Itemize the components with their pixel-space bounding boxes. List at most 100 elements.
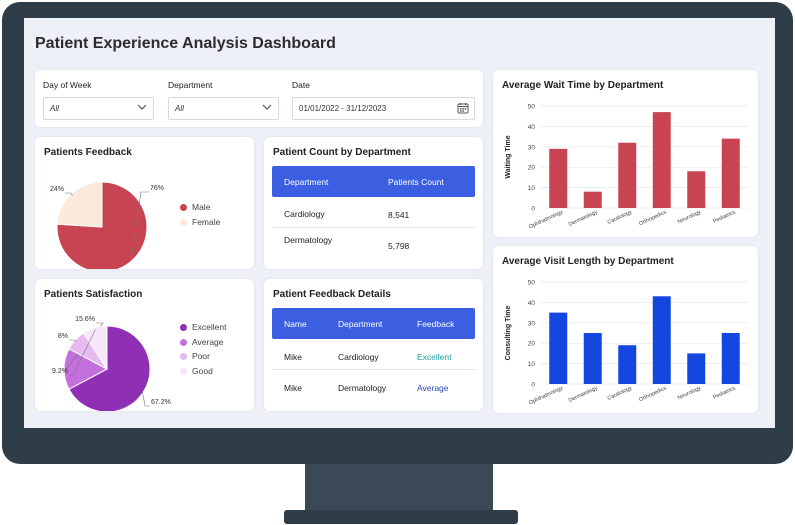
pie-value-label: 8% xyxy=(58,333,68,340)
y-axis-label: Waiting Time xyxy=(505,135,512,178)
patient-count-title: Patient Count by Department xyxy=(273,147,411,158)
legend-label-male: Male xyxy=(192,202,211,212)
column-header-name: Name xyxy=(284,319,307,329)
visit-length-bar-chart: 01020304050Consulting TimeOphthalmology D… xyxy=(505,280,748,406)
day-of-week-select[interactable]: All xyxy=(43,97,154,120)
pie-value-label: 15.6% xyxy=(75,316,95,323)
bar-pediatrics xyxy=(721,333,740,384)
wait-time-chart-title: Average Wait Time by Department xyxy=(502,80,664,91)
visit-length-chart-card: Average Visit Length by Department 0 10 20… xyxy=(493,246,758,413)
filters-panel: Day of Week All Department All Date 01/0… xyxy=(35,70,483,127)
table-cell-name: Mike xyxy=(284,383,302,393)
column-header-department: Department xyxy=(338,319,383,329)
table-cell-department: Dermatology xyxy=(338,383,387,393)
bar-ophthalmology xyxy=(549,148,568,208)
patients-feedback-card: Patients Feedback 76% 24% Male Female xyxy=(35,137,254,269)
bar-orthopedics xyxy=(652,296,671,384)
y-axis-label: Consulting Time xyxy=(505,306,512,361)
x-tick-label: Dermatology xyxy=(568,385,599,404)
x-tick-label: Dermatology xyxy=(568,209,599,228)
feedback-status-average: Average xyxy=(417,383,449,393)
x-tick-label: Pediatrics xyxy=(712,209,737,225)
monitor-stand-neck xyxy=(305,464,493,512)
y-tick-label: 0 xyxy=(531,206,535,213)
patient-count-card: Patient Count by Department Department P… xyxy=(264,137,483,269)
legend-label-good: Good xyxy=(192,366,213,376)
legend-label-poor: Poor xyxy=(192,351,210,361)
x-tick-label: Cardiology xyxy=(607,385,634,402)
table-cell-name: Mike xyxy=(284,352,302,362)
date-range-input[interactable]: 01/01/2022 - 31/12/2023 xyxy=(292,97,475,120)
bar-dermatology xyxy=(583,191,602,208)
column-header-feedback: Feedback xyxy=(417,319,455,329)
pie-value-label: 67.2% xyxy=(151,399,171,406)
date-label: Date xyxy=(292,80,310,90)
table-cell-department: Dermatology xyxy=(284,235,333,245)
bar-pediatrics xyxy=(721,138,740,208)
patients-feedback-title: Patients Feedback xyxy=(44,147,132,158)
y-tick-label: 10 xyxy=(528,361,536,368)
day-of-week-value: All xyxy=(50,104,59,113)
wait-time-chart-card: Average Wait Time by Department 0 10 20 30 4… xyxy=(493,70,758,237)
visit-length-chart-title: Average Visit Length by Department xyxy=(502,256,674,267)
legend-swatch-good xyxy=(180,368,187,375)
legend-swatch-poor xyxy=(180,353,187,360)
x-tick-label: Pediatrics xyxy=(712,385,737,401)
patients-satisfaction-pie: 67.2% 15.6% 8% 9.2% xyxy=(52,316,171,411)
legend-label-average: Average xyxy=(192,337,224,347)
chevron-down-icon xyxy=(137,104,147,110)
department-select[interactable]: All xyxy=(168,97,279,120)
column-header-patients-count: Patients Count xyxy=(388,177,444,187)
legend-swatch-male xyxy=(180,204,187,211)
patients-satisfaction-title: Patients Satisfaction xyxy=(44,289,143,300)
legend-label-excellent: Excellent xyxy=(192,322,227,332)
monitor-frame: Patient Experience Analysis Dashboard Da… xyxy=(2,2,793,464)
patients-satisfaction-card: Patients Satisfaction 67.2% 15.6% 8% 9.2% E… xyxy=(35,279,254,411)
y-tick-label: 50 xyxy=(528,104,536,111)
y-tick-label: 30 xyxy=(528,144,536,151)
pie-value-label: 76% xyxy=(150,185,164,192)
bar-orthopedics xyxy=(652,112,671,208)
bar-ophthalmology xyxy=(549,312,568,384)
pie-value-label: 9.2% xyxy=(52,368,68,375)
pie-value-label: 24% xyxy=(50,186,64,193)
patients-feedback-pie: 76% 24% xyxy=(50,181,164,269)
department-value: All xyxy=(175,104,184,113)
department-label: Department xyxy=(168,80,213,90)
bar-neurology xyxy=(687,171,706,208)
dashboard-screen: Patient Experience Analysis Dashboard Da… xyxy=(24,18,775,428)
legend-swatch-excellent xyxy=(180,324,187,331)
y-tick-label: 20 xyxy=(528,165,536,172)
x-tick-label: Neurology xyxy=(677,385,702,401)
x-tick-label: Cardiology xyxy=(607,209,634,226)
legend-swatch-average xyxy=(180,339,187,346)
feedback-details-title: Patient Feedback Details xyxy=(273,289,391,300)
y-tick-label: 50 xyxy=(528,280,536,287)
feedback-status-excellent: Excellent xyxy=(417,352,452,362)
y-tick-label: 10 xyxy=(528,185,536,192)
bar-dermatology xyxy=(583,333,602,384)
monitor-stand-base xyxy=(284,510,518,524)
legend-label-female: Female xyxy=(192,217,221,227)
legend-swatch-female xyxy=(180,219,187,226)
y-tick-label: 40 xyxy=(528,124,536,131)
row-divider xyxy=(272,369,475,370)
bar-neurology xyxy=(687,353,706,384)
table-cell-count: 8,541 xyxy=(388,210,410,220)
date-range-value: 01/01/2022 - 31/12/2023 xyxy=(299,104,387,113)
patient-count-table-header: Department Patients Count xyxy=(272,166,475,197)
row-divider xyxy=(272,227,475,228)
calendar-icon[interactable] xyxy=(457,102,469,114)
wait-time-bar-chart: 01020304050Waiting TimeOphthalmology Derm… xyxy=(505,104,748,230)
y-tick-label: 30 xyxy=(528,320,536,327)
day-of-week-label: Day of Week xyxy=(43,80,92,90)
bar-cardiology xyxy=(618,345,637,384)
table-cell-count: 5,798 xyxy=(388,241,410,251)
table-cell-department: Cardiology xyxy=(338,352,379,362)
y-tick-label: 20 xyxy=(528,341,536,348)
y-tick-label: 0 xyxy=(531,382,535,389)
page-title: Patient Experience Analysis Dashboard xyxy=(35,35,336,52)
y-tick-label: 40 xyxy=(528,300,536,307)
chevron-down-icon xyxy=(262,104,272,110)
column-header-department: Department xyxy=(284,177,329,187)
